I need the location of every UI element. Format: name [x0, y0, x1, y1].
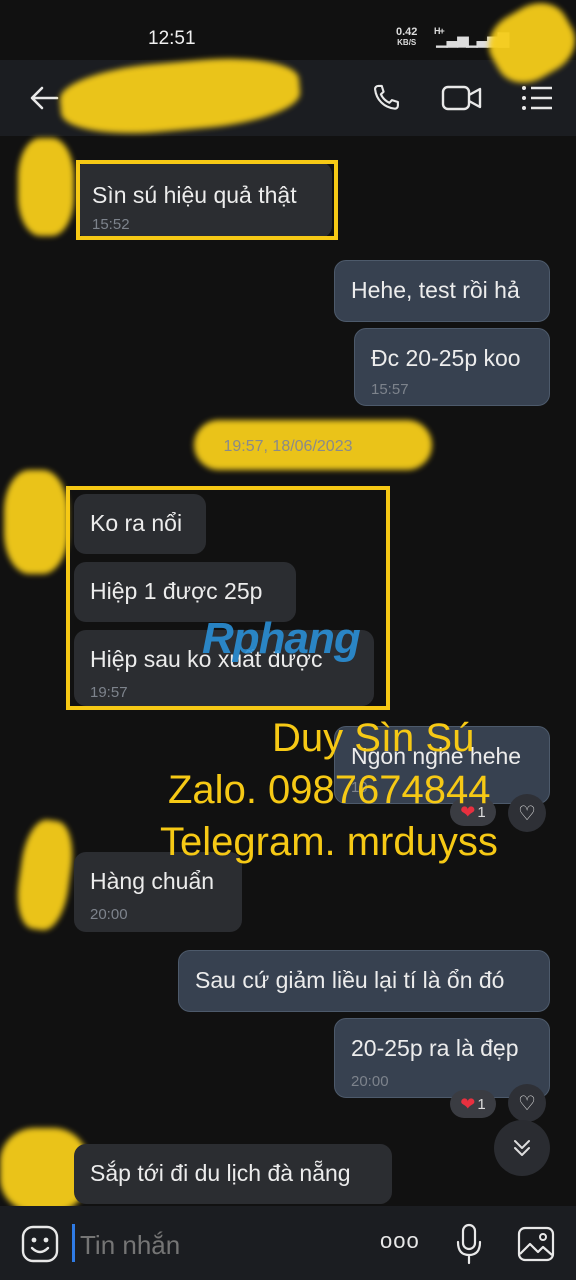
logo-watermark: Rphang — [202, 614, 361, 663]
microphone-icon — [456, 1223, 482, 1265]
message-time: 20:00 — [90, 906, 128, 923]
message-bubble-outgoing[interactable]: Sau cứ giảm liều lại tí là ổn đó — [178, 950, 550, 1012]
reaction-badge[interactable]: ❤ 1 — [450, 1090, 496, 1118]
reaction-count: 1 — [477, 1095, 486, 1113]
message-bubble-outgoing[interactable]: Đc 20-25p koo 15:57 — [354, 328, 550, 406]
video-call-button[interactable] — [440, 78, 484, 118]
network-speed: 0.42 KB/S — [396, 27, 417, 48]
emoji-icon — [21, 1225, 59, 1263]
heart-outline-icon: ♡ — [518, 802, 536, 825]
message-time: 20:00 — [351, 1073, 389, 1090]
redaction-blob-avatar-3 — [12, 817, 78, 933]
redaction-blob-avatar-2 — [4, 470, 68, 574]
message-text: Sau cứ giảm liều lại tí là ổn đó — [195, 967, 505, 993]
message-text: Đc 20-25p koo — [371, 345, 521, 371]
back-button[interactable] — [26, 78, 62, 118]
network-speed-value: 0.42 — [396, 26, 418, 38]
more-options-button[interactable]: ooo — [380, 1228, 420, 1254]
network-speed-unit: KB/S — [397, 38, 417, 47]
video-camera-icon — [441, 85, 482, 111]
watermark-text-line-1: Duy Sìn Sú — [272, 716, 475, 760]
redaction-blob-avatar-1 — [18, 138, 74, 236]
scroll-down-button[interactable] — [494, 1120, 550, 1176]
message-text: Hàng chuẩn — [90, 868, 215, 894]
menu-button[interactable] — [518, 78, 556, 118]
watermark-text-line-2: Zalo. 0987674844 — [168, 768, 491, 812]
message-text: Hehe, test rồi hả — [351, 277, 520, 303]
phone-icon — [374, 84, 399, 110]
watermark-text-line-3: Telegram. mrduyss — [160, 820, 498, 864]
heart-icon: ❤ — [460, 1093, 476, 1114]
message-bubble-incoming[interactable]: Sắp tới đi du lịch đà nẵng — [74, 1144, 392, 1204]
text-cursor — [72, 1224, 75, 1262]
date-divider: 19:57, 18/06/2023 — [223, 438, 353, 455]
highlight-frame — [76, 160, 338, 240]
highlight-frame — [66, 486, 390, 710]
message-text: Sắp tới đi du lịch đà nẵng — [90, 1160, 351, 1186]
heart-outline-icon: ♡ — [518, 1092, 536, 1115]
back-arrow-icon — [30, 86, 59, 110]
voice-record-button[interactable] — [454, 1222, 484, 1266]
double-chevron-down-icon — [514, 1140, 530, 1156]
react-button[interactable]: ♡ — [508, 794, 546, 832]
list-menu-icon — [522, 86, 552, 110]
react-button[interactable]: ♡ — [508, 1084, 546, 1122]
signal-icon-1: ▁▃▅ — [436, 31, 469, 48]
emoji-button[interactable] — [20, 1224, 60, 1264]
message-text: 20-25p ra là đẹp — [351, 1035, 519, 1061]
image-gallery-icon — [517, 1226, 555, 1262]
message-input[interactable] — [78, 1224, 362, 1266]
status-time: 12:51 — [148, 28, 196, 49]
gallery-button[interactable] — [516, 1224, 556, 1264]
message-time: 15:57 — [371, 381, 409, 398]
message-bubble-outgoing[interactable]: Hehe, test rồi hả — [334, 260, 550, 322]
message-composer: ooo — [0, 1206, 576, 1280]
call-button[interactable] — [366, 78, 406, 118]
